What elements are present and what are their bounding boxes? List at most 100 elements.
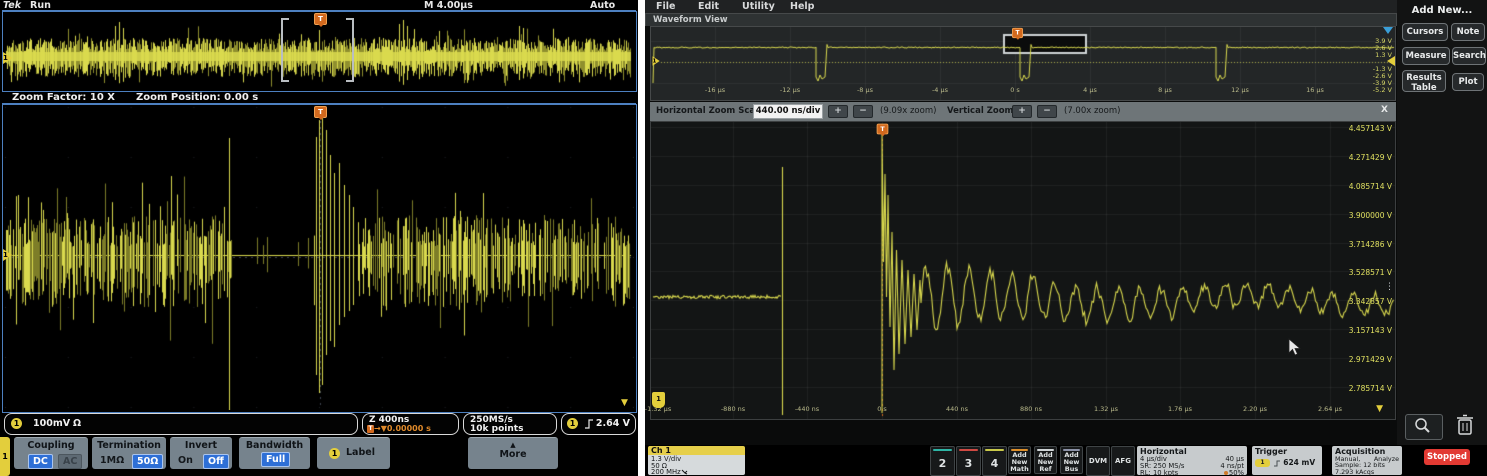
coupling-dc-option[interactable]: DC bbox=[28, 454, 53, 469]
afg-button[interactable]: AFG bbox=[1111, 446, 1135, 476]
acquisition-panel[interactable]: Acquisition Manual,Analyze Sample: 12 bi… bbox=[1332, 446, 1402, 475]
coupling-menu-button[interactable]: Coupling DC AC bbox=[14, 437, 88, 469]
trigger-position-marker[interactable]: T bbox=[314, 106, 327, 118]
main-volt-label: 3.714286 V bbox=[1349, 240, 1392, 249]
trigger-position-marker[interactable]: T bbox=[314, 13, 327, 25]
ch1-settings-card[interactable]: Ch 1 1.3 V/div 50 Ω 200 MHz bbox=[648, 446, 745, 475]
trigger-level-value: 624 mV bbox=[1283, 458, 1315, 467]
close-zoom-button[interactable]: X bbox=[1381, 105, 1388, 115]
channel1-impedance: Ω bbox=[73, 418, 81, 429]
trash-icon bbox=[1453, 412, 1477, 438]
bandwidth-full-option[interactable]: Full bbox=[261, 452, 290, 467]
delay-value: 0.00000 s bbox=[387, 424, 431, 433]
h-position: 50% bbox=[1224, 470, 1244, 476]
horizontal-panel[interactable]: Horizontal 4 µs/div40 µs SR: 250 MS/s4 n… bbox=[1137, 446, 1247, 475]
termination-1mohm-option[interactable]: 1MΩ bbox=[100, 454, 124, 468]
zoom-position-readout: Zoom Position: 0.00 s bbox=[136, 92, 258, 103]
dvm-button[interactable]: DVM bbox=[1086, 446, 1110, 476]
invert-off-option[interactable]: Off bbox=[203, 454, 229, 469]
side-menu-tab-channel1[interactable]: 1 bbox=[0, 437, 10, 476]
add-bus-label: Add New Bus bbox=[1064, 451, 1080, 473]
zoom-bracket-left[interactable] bbox=[281, 18, 283, 82]
menu-edit[interactable]: Edit bbox=[698, 1, 719, 12]
acq-count: 7.293 kAcqs bbox=[1335, 469, 1374, 475]
channel2-button[interactable]: 2 bbox=[930, 446, 955, 476]
menu-file[interactable]: File bbox=[656, 1, 675, 12]
trigger-position-marker[interactable]: T bbox=[1012, 28, 1023, 38]
add-new-math-button[interactable]: Add New Math bbox=[1008, 446, 1031, 474]
ground-badge[interactable]: 1 bbox=[652, 392, 665, 408]
panel-resize-handle[interactable]: ⋮ bbox=[1385, 282, 1394, 292]
right-overview-waveform bbox=[651, 27, 1395, 100]
trigger-source-badge: 1 bbox=[567, 418, 578, 429]
channel4-button[interactable]: 4 bbox=[982, 446, 1007, 476]
ch1-card-title: Ch 1 bbox=[648, 446, 745, 455]
h-zoom-plus-button[interactable]: + bbox=[828, 105, 848, 118]
h-zoom-minus-button[interactable]: − bbox=[853, 105, 873, 118]
overview-volt-label: -5.2 V bbox=[1373, 86, 1392, 94]
channel1-marker[interactable]: 1 bbox=[653, 56, 665, 66]
left-zoom-window: T 1 ▼ bbox=[2, 104, 637, 413]
dvm-label: DVM bbox=[1089, 457, 1107, 465]
results-table-button[interactable]: Results Table bbox=[1402, 70, 1446, 92]
invert-on-option[interactable]: On bbox=[178, 454, 193, 468]
more-menu-button[interactable]: ▲ More bbox=[468, 437, 558, 469]
delay-arrow-icon: →▼ bbox=[374, 424, 387, 433]
main-time-label: 0 s bbox=[877, 405, 887, 413]
mouse-cursor bbox=[1288, 338, 1301, 357]
bandwidth-label: Bandwidth bbox=[239, 438, 310, 451]
main-volt-label: 4.271429 V bbox=[1349, 153, 1392, 162]
label-menu-button[interactable]: 1 Label bbox=[317, 437, 390, 469]
delete-button[interactable] bbox=[1453, 412, 1477, 438]
channel3-button[interactable]: 3 bbox=[956, 446, 981, 476]
v-zoom-plus-button[interactable]: + bbox=[1012, 105, 1032, 118]
v-zoom-minus-button[interactable]: − bbox=[1037, 105, 1057, 118]
invert-menu-button[interactable]: Invert On Off bbox=[170, 437, 232, 469]
bandwidth-menu-button[interactable]: Bandwidth Full bbox=[239, 437, 310, 469]
termination-menu-button[interactable]: Termination 1MΩ 50Ω bbox=[92, 437, 166, 469]
trigger-panel[interactable]: Trigger 1 624 mV bbox=[1252, 446, 1322, 475]
termination-label: Termination bbox=[92, 438, 166, 451]
stopped-button[interactable]: Stopped bbox=[1424, 449, 1470, 465]
add-new-bus-button[interactable]: Add New Bus bbox=[1060, 446, 1083, 474]
overview-time-label: 8 µs bbox=[1158, 86, 1172, 94]
channel1-marker[interactable]: 1 bbox=[3, 52, 18, 64]
trigger-position-marker[interactable]: T bbox=[877, 124, 889, 135]
afg-label: AFG bbox=[1115, 457, 1131, 465]
zoom-factor-readout: Zoom Factor: 10 X bbox=[12, 92, 115, 103]
search-button[interactable]: Search bbox=[1452, 47, 1486, 65]
zoom-scale-bar: Horizontal Zoom Scale 440.00 ns/div + − … bbox=[650, 102, 1396, 121]
waveform-view-tab[interactable]: Waveform View bbox=[645, 13, 1397, 26]
offscreen-indicator-icon: ▼ bbox=[621, 399, 628, 407]
channel1-marker[interactable]: 1 bbox=[3, 249, 18, 261]
acquisition-readout[interactable]: 250MS/s 10k points bbox=[463, 413, 557, 435]
add-new-ref-button[interactable]: Add New Ref bbox=[1034, 446, 1057, 474]
menu-help[interactable]: Help bbox=[790, 1, 814, 12]
menu-utility[interactable]: Utility bbox=[742, 1, 775, 12]
main-time-label: 1.76 µs bbox=[1168, 405, 1192, 413]
main-volt-label: 3.900000 V bbox=[1349, 211, 1392, 220]
trigger-readout[interactable]: 1 2.64 V bbox=[561, 413, 636, 435]
channel4-label: 4 bbox=[991, 457, 999, 470]
zoom-bracket-right[interactable] bbox=[352, 18, 354, 82]
coupling-label: Coupling bbox=[14, 438, 88, 451]
termination-50ohm-option[interactable]: 50Ω bbox=[132, 454, 163, 469]
coupling-ac-option[interactable]: AC bbox=[58, 454, 82, 469]
note-button[interactable]: Note bbox=[1451, 23, 1485, 41]
zoom-tool-button[interactable] bbox=[1405, 414, 1443, 440]
trigger-level-value: 2.64 V bbox=[596, 418, 630, 429]
channel1-badge: 1 bbox=[11, 418, 22, 429]
plot-button[interactable]: Plot bbox=[1452, 73, 1484, 91]
zoom-scale-readout[interactable]: Z 400ns T→▼0.00000 s bbox=[362, 413, 459, 435]
left-overview-window: T 1 bbox=[2, 11, 637, 92]
magnifier-icon bbox=[1406, 415, 1440, 437]
h-zoom-scale-field[interactable]: 440.00 ns/div bbox=[753, 104, 823, 119]
channel3-label: 3 bbox=[965, 457, 973, 470]
cursors-button[interactable]: Cursors bbox=[1402, 23, 1448, 41]
channel2-label: 2 bbox=[939, 457, 947, 470]
channel1-readout[interactable]: 1 100mV Ω bbox=[4, 413, 358, 435]
overview-time-label: -4 µs bbox=[932, 86, 948, 94]
measure-button[interactable]: Measure bbox=[1402, 47, 1450, 65]
screenshot-stage: Tek Run M 4.00µs Auto T 1 Zoom Factor: 1… bbox=[0, 0, 1487, 476]
h-record-length: RL: 10 kpts bbox=[1140, 470, 1178, 476]
